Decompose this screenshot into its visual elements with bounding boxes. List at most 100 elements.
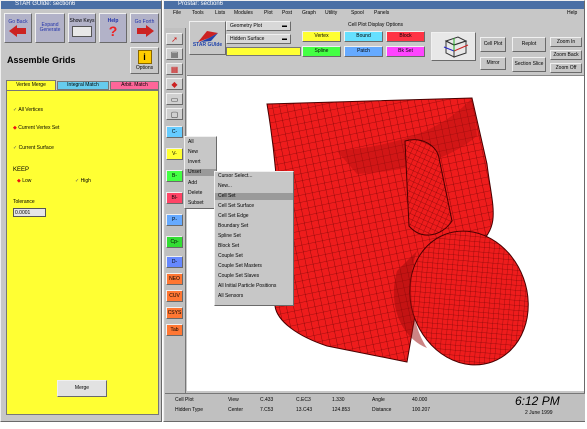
- status-view-value-1: C.433: [260, 397, 274, 403]
- menu-utility[interactable]: Utility: [322, 10, 340, 17]
- menu-modules[interactable]: Modules: [231, 10, 256, 17]
- menu-help[interactable]: Help: [564, 10, 580, 17]
- strip-button-neo[interactable]: NEO: [166, 273, 183, 285]
- vertex-display-button[interactable]: Vertex: [302, 31, 341, 42]
- status-distance-label: Distance: [372, 407, 392, 413]
- shape-tool-button[interactable]: ◆: [166, 78, 183, 90]
- strip-button-patch-label: P-: [172, 217, 177, 223]
- context-menu-item-active[interactable]: Unset: [185, 169, 216, 176]
- keep-high-label: High: [80, 178, 91, 184]
- strip-button-tab[interactable]: Tab: [166, 324, 183, 336]
- bound-display-button[interactable]: Bound: [344, 31, 383, 42]
- command-input[interactable]: [226, 47, 301, 56]
- strip-button-block[interactable]: Bl-: [166, 192, 183, 204]
- view-tool-button[interactable]: ▭: [166, 93, 183, 105]
- submenu-item[interactable]: Couple Set: [215, 253, 293, 260]
- menu-graph[interactable]: Graph: [299, 10, 319, 17]
- section-slice-button[interactable]: Section Slice: [512, 57, 546, 72]
- help-button[interactable]: Help ?: [99, 13, 127, 43]
- clock-date: 2 June 1999: [525, 410, 553, 416]
- options-button[interactable]: i Options: [130, 47, 159, 74]
- context-menu-item[interactable]: New: [185, 149, 216, 156]
- zoom-back-button[interactable]: Zoom Back: [550, 50, 582, 60]
- context-menu-item[interactable]: Subset: [185, 200, 216, 207]
- submenu-item[interactable]: All Initial Particle Positions: [215, 283, 293, 290]
- tab-integral-match[interactable]: Integral Match: [57, 81, 109, 90]
- menu-spool[interactable]: Spool: [348, 10, 367, 17]
- menu-post[interactable]: Post: [279, 10, 295, 17]
- block-display-button[interactable]: Block: [386, 31, 425, 42]
- star-logo-icon: [197, 30, 218, 42]
- submenu-item[interactable]: Cell Set Surface: [215, 203, 293, 210]
- submenu-item[interactable]: All Sensors: [215, 293, 293, 300]
- strip-button-cuv[interactable]: CUV: [166, 290, 183, 302]
- strip-button-couple[interactable]: Cp-: [166, 236, 183, 248]
- strip-button-d[interactable]: D-: [166, 256, 183, 268]
- context-menu-item[interactable]: Add: [185, 180, 216, 187]
- go-forth-button[interactable]: Go Forth: [130, 13, 159, 43]
- tab-arbit-match[interactable]: Arbit. Match: [110, 81, 159, 90]
- menu-lists[interactable]: Lists: [212, 10, 228, 17]
- options-label: Options: [135, 65, 154, 71]
- submenu-item[interactable]: Spline Set: [215, 233, 293, 240]
- keep-label: KEEP: [13, 167, 30, 173]
- option-all-vertices[interactable]: ✓ All Vertices: [13, 107, 43, 113]
- keep-high-option[interactable]: ✓ High: [75, 178, 91, 184]
- menu-file[interactable]: File: [170, 10, 184, 17]
- submenu-item[interactable]: Boundary Set: [215, 223, 293, 230]
- view-orientation-widget[interactable]: [431, 32, 476, 61]
- tolerance-input[interactable]: [13, 208, 46, 217]
- context-menu-item[interactable]: All: [185, 139, 216, 146]
- status-view-value-2: C.EC3: [296, 397, 311, 403]
- status-hidden-label: Hidden Type: [175, 407, 203, 413]
- submenu-item[interactable]: Cursor Select...: [215, 173, 293, 180]
- menu-plot[interactable]: Plot: [261, 10, 276, 17]
- merge-label: Merge: [74, 385, 90, 391]
- tab-vertex-merge[interactable]: Vertex Merge: [6, 80, 56, 90]
- strip-button-patch[interactable]: P-: [166, 214, 183, 226]
- submenu-item[interactable]: Cell Set Edge: [215, 213, 293, 220]
- zoom-in-button[interactable]: Zoom In: [550, 37, 582, 47]
- strip-button-boundary-label: B-: [172, 173, 177, 179]
- bkset-display-button[interactable]: Bk Set: [386, 46, 425, 57]
- status-bar: Cell Plot Hidden Type View Center C.433 …: [165, 393, 585, 421]
- option-current-surface[interactable]: ✓ Current Surface: [13, 145, 54, 151]
- plot-type-select[interactable]: Geometry Plot ▬: [226, 21, 291, 31]
- submenu-item[interactable]: Couple Set Masters: [215, 263, 293, 270]
- replot-button[interactable]: Replot: [512, 37, 546, 52]
- zoom-off-button[interactable]: Zoom Off: [550, 63, 582, 73]
- surface-mode-select[interactable]: Hidden Surface ▬: [226, 34, 291, 44]
- left-window: STAR GUIde: section6 Go Back Expand Gene…: [0, 0, 162, 422]
- strip-button-cell[interactable]: C-: [166, 126, 183, 138]
- patch-display-button[interactable]: Patch: [344, 46, 383, 57]
- spline-display-button[interactable]: Spline: [302, 46, 341, 57]
- status-view-label: View: [228, 397, 239, 403]
- vertex-merge-panel: ✓ All Vertices ◆ Current Vertex Set ✓ Cu…: [6, 90, 159, 415]
- strip-button-vertex[interactable]: V-: [166, 148, 183, 160]
- context-menu-item[interactable]: Delete: [185, 190, 216, 197]
- go-back-button[interactable]: Go Back: [4, 13, 32, 43]
- select-tool-button-2[interactable]: ▢: [166, 108, 183, 120]
- strip-button-boundary[interactable]: B-: [166, 170, 183, 182]
- section-slice-label: Section Slice: [514, 61, 544, 67]
- menu-tools[interactable]: Tools: [189, 10, 207, 17]
- menu-panels[interactable]: Panels: [371, 10, 392, 17]
- expand-generate-button[interactable]: Expand Generate: [35, 13, 65, 43]
- mirror-button[interactable]: Mirror: [480, 57, 506, 70]
- keep-low-option[interactable]: ◆ Low: [17, 178, 31, 184]
- select-tool-button[interactable]: ▤: [166, 48, 183, 60]
- submenu-item[interactable]: Block Set: [215, 243, 293, 250]
- show-keys-button[interactable]: Show Keys: [68, 13, 96, 43]
- submenu-item[interactable]: New...: [215, 183, 293, 190]
- cell-plot-button[interactable]: Cell Plot: [480, 37, 506, 52]
- submenu-item[interactable]: Couple Set Slaves: [215, 273, 293, 280]
- status-mode-label: Cell Plot: [175, 397, 194, 403]
- option-current-vertex-set[interactable]: ◆ Current Vertex Set: [13, 125, 59, 131]
- mesh-tool-button[interactable]: ▦: [166, 63, 183, 75]
- submenu-item-active[interactable]: Cell Set: [215, 193, 293, 200]
- pointer-tool-button[interactable]: ➚: [166, 33, 183, 45]
- context-menu-item[interactable]: Invert: [185, 159, 216, 166]
- merge-button[interactable]: Merge: [57, 380, 107, 397]
- strip-button-csys[interactable]: CSYS: [166, 307, 183, 319]
- display-options-title: Cell Plot Display Options: [348, 22, 404, 28]
